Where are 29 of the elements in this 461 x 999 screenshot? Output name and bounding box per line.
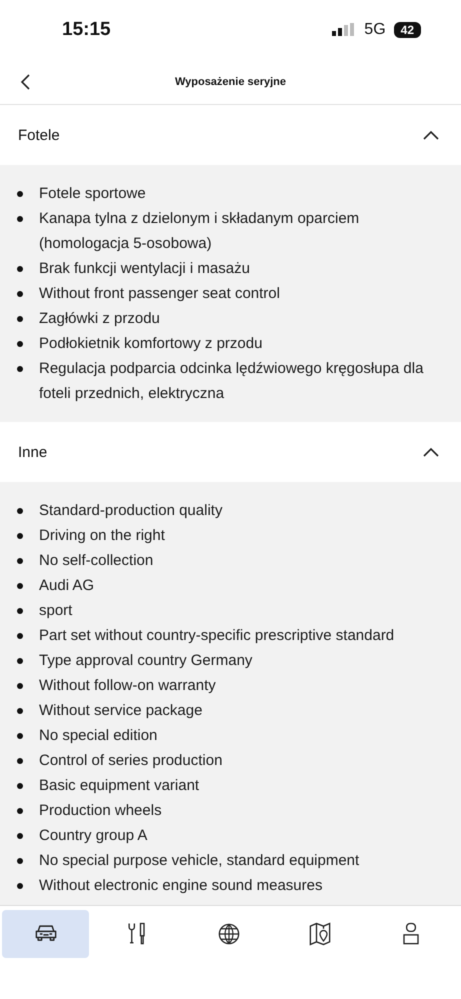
list-item: No special purpose vehicle, standard equipment bbox=[17, 848, 445, 873]
list-item: Brak funkcji wentylacji i masażu bbox=[17, 256, 445, 281]
list-item: No special edition bbox=[17, 723, 445, 748]
list-item: Without front passenger seat control bbox=[17, 281, 445, 306]
list-item: Zagłówki z przodu bbox=[17, 306, 445, 331]
list-item: Production wheels bbox=[17, 798, 445, 823]
list-item: Kanapa tylna z dzielonym i składanym oparciem (homologacja 5-osobowa) bbox=[17, 206, 445, 256]
list-item: Country group A bbox=[17, 823, 445, 848]
list-item: Driving on the right bbox=[17, 523, 445, 548]
battery-level: 42 bbox=[394, 22, 421, 38]
list-item: Part set without country-specific prescriptive standard bbox=[17, 623, 445, 648]
list-item: No self-collection bbox=[17, 548, 445, 573]
status-time: 15:15 bbox=[62, 19, 112, 41]
list-item: Type approval country Germany bbox=[17, 648, 445, 673]
list-item: Without follow-on warranty bbox=[17, 673, 445, 698]
list-item: Regulacja podparcia odcinka lędźwiowego kręgosłupa dla foteli przednich, elektryczna bbox=[17, 356, 445, 406]
page-title: Wyposażenie seryjne bbox=[174, 76, 286, 88]
list-item: Without service package bbox=[17, 698, 445, 723]
list-item: Basic equipment variant bbox=[17, 773, 445, 798]
list-item: Control of series production bbox=[17, 748, 445, 773]
list-item: Without electronic engine sound measures bbox=[17, 873, 445, 898]
list-item: sport bbox=[17, 598, 445, 623]
list-item: Standard-production quality bbox=[17, 498, 445, 523]
list-item: Podłokietnik komfortowy z przodu bbox=[17, 331, 445, 356]
network-label: 5G bbox=[364, 21, 386, 39]
list-item: Audi AG bbox=[17, 573, 445, 598]
car-tab[interactable] bbox=[2, 910, 90, 958]
signal-icon bbox=[332, 23, 356, 37]
list-item: Fotele sportowe bbox=[17, 181, 445, 206]
